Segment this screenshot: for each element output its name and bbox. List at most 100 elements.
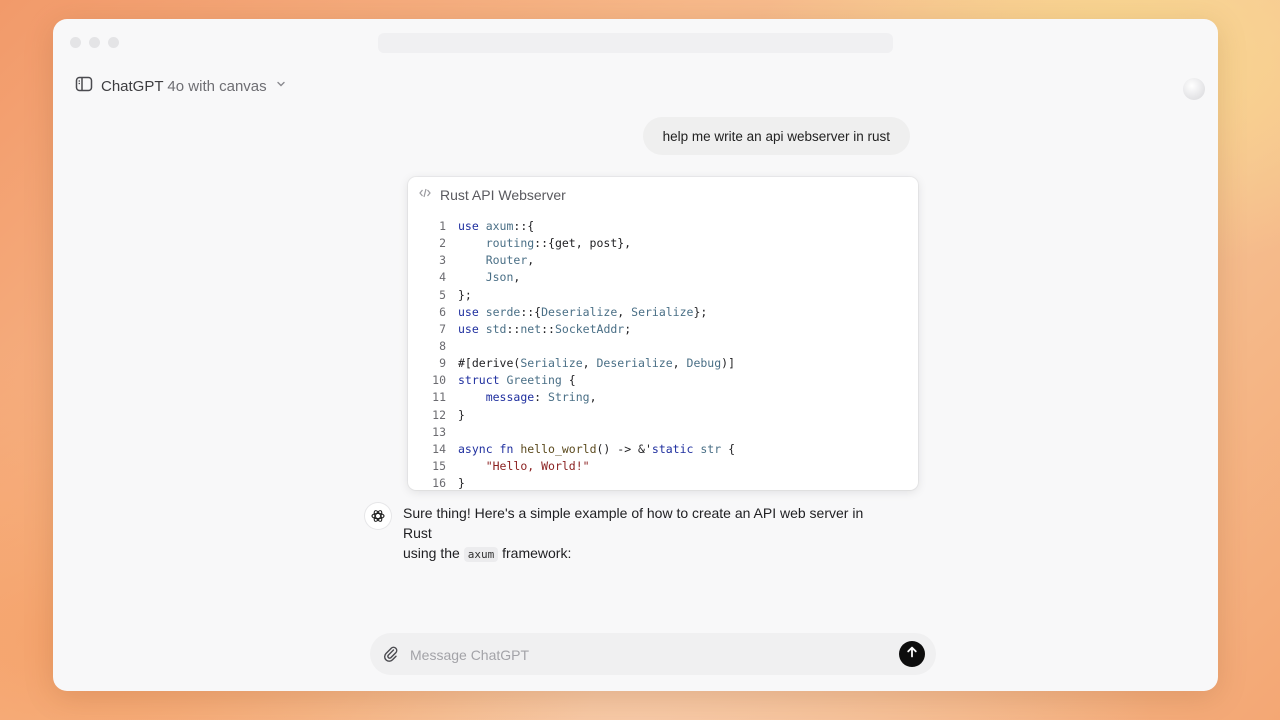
line-number: 5 [439, 287, 446, 302]
code-token: () -> &' [596, 441, 652, 456]
code-line: 14 async fn hello_world() -> &'static str… [408, 441, 918, 458]
code-token: axum [485, 219, 514, 233]
model-selector[interactable]: ChatGPT 4o with canvas [75, 75, 287, 97]
code-text: routing::{get, post}, [458, 235, 631, 252]
code-token: ::{ [513, 219, 535, 233]
code-token: SocketAddr [554, 321, 625, 336]
code-token: , [513, 270, 521, 285]
code-text: message: String, [458, 389, 597, 406]
code-token: serde [485, 304, 521, 319]
maximize-window-button[interactable] [108, 37, 119, 48]
chevron-down-icon[interactable] [275, 77, 287, 95]
code-line: 11 message: String, [408, 389, 918, 406]
code-line: 2 routing::{get, post}, [408, 235, 918, 252]
line-number: 3 [439, 253, 446, 268]
code-token: std [485, 321, 507, 336]
user-message: help me write an api webserver in rust [642, 117, 910, 155]
code-text: #[derive(Serialize, Deserialize, Debug)] [458, 355, 735, 372]
line-number: 4 [439, 270, 446, 285]
sidebar-icon[interactable] [75, 75, 93, 98]
line-number: 9 [439, 356, 446, 371]
code-token: async [458, 441, 500, 456]
code-text: "Hello, World!" [458, 458, 590, 475]
line-number: 11 [432, 390, 446, 405]
line-number: 15 [432, 458, 446, 473]
model-name-label: ChatGPT [101, 77, 164, 95]
code-token: #[derive( [458, 356, 521, 371]
code-token: , [672, 356, 687, 371]
code-token: :: [541, 321, 555, 336]
line-number: 10 [432, 373, 446, 388]
assistant-message-text: Sure thing! Here's a simple example of h… [403, 503, 893, 565]
canvas-title: Rust API Webserver [440, 187, 566, 203]
canvas-header: Rust API Webserver [408, 177, 918, 213]
code-token: Debug [686, 356, 722, 371]
line-number: 6 [439, 304, 446, 319]
code-token: fn [499, 441, 521, 456]
paperclip-icon[interactable] [381, 644, 401, 664]
code-token: str [700, 441, 722, 456]
code-text: Json, [458, 269, 521, 286]
code-token: net [520, 321, 542, 336]
code-token: , [582, 356, 597, 371]
window-controls [70, 37, 119, 48]
send-button[interactable] [899, 641, 925, 667]
code-token: ::{ [520, 304, 542, 319]
code-text: }; [458, 287, 472, 304]
model-name[interactable]: ChatGPT 4o with canvas [101, 78, 267, 95]
code-line: 16} [408, 475, 918, 490]
app-window: ChatGPT 4o with canvas help me write an … [53, 19, 1218, 691]
titlebar [378, 33, 893, 53]
assistant-line-2-prefix: using the [403, 545, 464, 561]
code-text: } [458, 407, 465, 424]
line-number: 12 [432, 407, 446, 422]
code-token: : [534, 390, 549, 405]
code-token: :: [506, 321, 521, 336]
code-token: , [589, 390, 597, 405]
arrow-up-icon [905, 645, 919, 664]
code-token: use [458, 304, 486, 319]
line-number: 7 [439, 321, 446, 336]
line-number: 1 [439, 219, 446, 233]
code-icon [418, 186, 432, 205]
line-number: 2 [439, 236, 446, 251]
code-token: String [548, 390, 590, 405]
code-line: 13 [408, 424, 918, 441]
code-text: } [458, 475, 465, 490]
user-avatar[interactable] [1183, 78, 1205, 100]
minimize-window-button[interactable] [89, 37, 100, 48]
code-text: async fn hello_world() -> &'static str { [458, 441, 735, 458]
code-token: , [527, 253, 535, 268]
code-line: 10 struct Greeting { [408, 372, 918, 389]
message-input[interactable] [408, 641, 892, 669]
code-line: 12} [408, 407, 918, 424]
code-token: ::{get, post}, [534, 236, 632, 251]
assistant-line-1: Sure thing! Here's a simple example of h… [403, 505, 864, 541]
line-number: 14 [432, 441, 446, 456]
code-line: 15 "Hello, World!" [408, 458, 918, 475]
line-number: 16 [432, 476, 446, 490]
close-window-button[interactable] [70, 37, 81, 48]
code-token: message [485, 390, 535, 405]
model-variant-label: 4o with canvas [167, 77, 267, 95]
code-token: } [458, 476, 465, 490]
code-text: Router, [458, 252, 534, 269]
code-block: 1 use axum::{2 routing::{get, post}, 3 Rou… [408, 213, 918, 490]
code-text: use axum::{ [458, 218, 534, 235]
code-token: { [721, 441, 735, 456]
canvas-preview-card[interactable]: Rust API Webserver 1 use axum::{2 routing… [408, 177, 918, 490]
message-composer [370, 633, 936, 675]
code-text: use std::net::SocketAddr; [458, 321, 631, 338]
code-token: } [458, 407, 465, 422]
code-text: use serde::{Deserialize, Serialize}; [458, 304, 707, 321]
code-line: 3 Router, [408, 252, 918, 269]
code-line: 9 #[derive(Serialize, Deserialize, Debug)… [408, 355, 918, 372]
code-token: routing [485, 236, 535, 251]
code-token: Greeting [506, 373, 562, 388]
code-token: , [617, 304, 632, 319]
code-token: Deserialize [541, 304, 618, 319]
